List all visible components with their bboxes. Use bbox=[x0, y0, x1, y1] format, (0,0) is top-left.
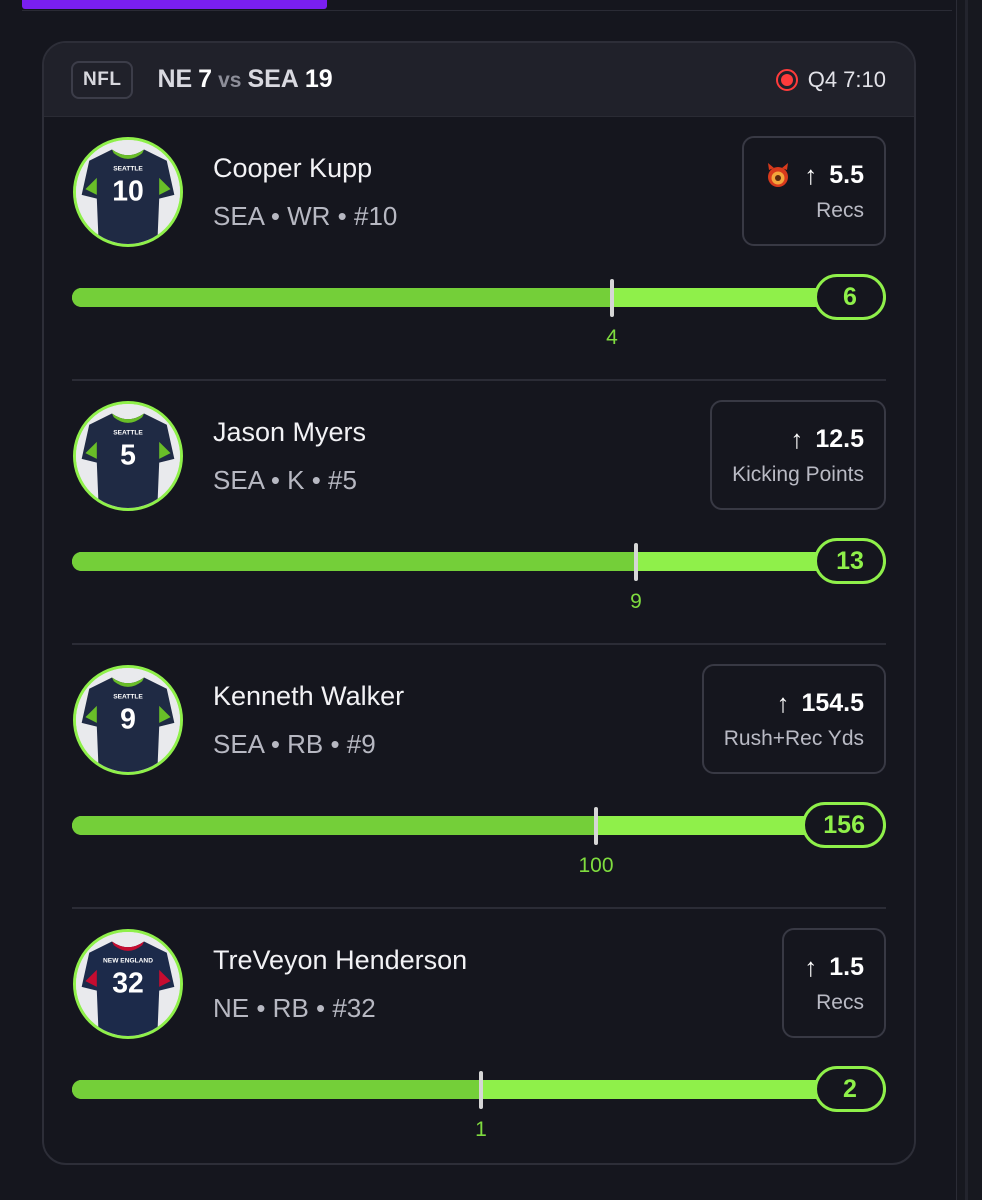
progress-bar: 1 2 bbox=[72, 1066, 886, 1141]
game-card: NFL NE 7 vs SEA 19 Q4 7:10 SEATTLE 10 Co… bbox=[42, 41, 916, 1165]
divider bbox=[22, 10, 952, 11]
prop-line: ↑ 154.5 bbox=[776, 688, 864, 719]
progress-marker bbox=[634, 543, 638, 581]
active-tab-indicator bbox=[22, 0, 327, 9]
player-name: Cooper Kupp bbox=[213, 153, 373, 183]
devil-icon bbox=[768, 163, 789, 187]
home-team: NE bbox=[157, 65, 193, 93]
vs-label: vs bbox=[218, 69, 242, 92]
progress-bar: 100 156 bbox=[72, 802, 886, 877]
game-status: Q4 7:10 bbox=[775, 66, 886, 93]
svg-text:NEW ENGLAND: NEW ENGLAND bbox=[103, 957, 153, 964]
prop-line-box[interactable]: ↑ 12.5 Kicking Points bbox=[710, 400, 886, 510]
scrollbar-thumb[interactable] bbox=[965, 0, 968, 1200]
player-row[interactable]: NEW ENGLAND 32 TreVeyon Henderson NE • R… bbox=[72, 909, 886, 1163]
progress-bar: 4 6 bbox=[72, 274, 886, 349]
player-avatar: SEATTLE 9 bbox=[73, 665, 183, 775]
progress-fill bbox=[72, 288, 612, 307]
prop-line-box[interactable]: ↑ 5.5 Recs bbox=[742, 136, 886, 246]
player-row[interactable]: SEATTLE 5 Jason Myers SEA • K • #5 ↑ 12.… bbox=[72, 381, 886, 645]
player-meta: SEA • K • #5 bbox=[213, 465, 357, 495]
progress-marker bbox=[610, 279, 614, 317]
svg-text:5: 5 bbox=[120, 440, 136, 472]
stat-type: Kicking Points bbox=[732, 462, 864, 486]
svg-text:32: 32 bbox=[112, 968, 144, 1000]
player-row[interactable]: SEATTLE 9 Kenneth Walker SEA • RB • #9 ↑… bbox=[72, 645, 886, 909]
away-score: 19 bbox=[304, 65, 333, 93]
marker-label: 9 bbox=[630, 590, 642, 613]
game-header[interactable]: NFL NE 7 vs SEA 19 Q4 7:10 bbox=[44, 43, 914, 117]
scrollbar-track[interactable] bbox=[956, 0, 982, 1200]
player-meta: SEA • RB • #9 bbox=[213, 729, 376, 759]
stat-type: Recs bbox=[816, 198, 864, 222]
prop-line: ↑ 12.5 bbox=[790, 424, 864, 455]
jersey-icon: SEATTLE 10 bbox=[76, 140, 180, 244]
league-badge: NFL bbox=[71, 60, 134, 99]
arrow-up-icon: ↑ bbox=[804, 159, 818, 190]
matchup: NE 7 vs SEA 19 bbox=[157, 65, 332, 94]
current-value-pill: 13 bbox=[814, 538, 886, 584]
player-avatar: SEATTLE 5 bbox=[73, 401, 183, 511]
progress-fill bbox=[72, 1080, 481, 1099]
marker-label: 100 bbox=[578, 854, 614, 877]
player-meta: NE • RB • #32 bbox=[213, 993, 376, 1023]
line-value: 12.5 bbox=[815, 424, 864, 453]
marker-label: 4 bbox=[606, 326, 618, 349]
stat-type: Rush+Rec Yds bbox=[723, 726, 864, 750]
progress-marker bbox=[479, 1071, 483, 1109]
player-name: Jason Myers bbox=[213, 417, 367, 447]
marker-label: 1 bbox=[475, 1118, 487, 1141]
current-value-pill: 6 bbox=[814, 274, 886, 320]
jersey-icon: NEW ENGLAND 32 bbox=[76, 932, 180, 1036]
progress-fill bbox=[72, 552, 636, 571]
player-meta: SEA • WR • #10 bbox=[213, 201, 398, 231]
arrow-up-icon: ↑ bbox=[776, 687, 790, 718]
prop-line-box[interactable]: ↑ 154.5 Rush+Rec Yds bbox=[701, 664, 886, 774]
svg-text:SEATTLE: SEATTLE bbox=[113, 693, 143, 700]
player-row[interactable]: SEATTLE 10 Cooper Kupp SEA • WR • #10 ↑ … bbox=[72, 117, 886, 381]
prop-line: ↑ 1.5 bbox=[804, 952, 864, 983]
stat-type: Recs bbox=[816, 990, 864, 1014]
prop-line-box[interactable]: ↑ 1.5 Recs bbox=[782, 928, 886, 1038]
jersey-icon: SEATTLE 5 bbox=[76, 404, 180, 508]
arrow-up-icon: ↑ bbox=[804, 951, 818, 982]
live-icon bbox=[775, 68, 798, 91]
away-team: SEA bbox=[247, 65, 299, 93]
player-avatar: NEW ENGLAND 32 bbox=[73, 929, 183, 1039]
player-name: TreVeyon Henderson bbox=[213, 945, 468, 975]
home-score: 7 bbox=[198, 65, 213, 93]
svg-text:SEATTLE: SEATTLE bbox=[113, 429, 143, 436]
svg-text:9: 9 bbox=[120, 704, 136, 736]
line-value: 154.5 bbox=[801, 688, 864, 717]
player-avatar: SEATTLE 10 bbox=[73, 137, 183, 247]
progress-fill bbox=[72, 816, 596, 835]
current-value-pill: 156 bbox=[802, 802, 886, 848]
arrow-up-icon: ↑ bbox=[790, 423, 804, 454]
line-value: 1.5 bbox=[829, 952, 864, 981]
progress-bar: 9 13 bbox=[72, 538, 886, 613]
line-value: 5.5 bbox=[829, 160, 864, 189]
prop-line: ↑ 5.5 bbox=[764, 160, 864, 191]
svg-text:10: 10 bbox=[112, 176, 144, 208]
jersey-icon: SEATTLE 9 bbox=[76, 668, 180, 772]
current-value-pill: 2 bbox=[814, 1066, 886, 1112]
player-name: Kenneth Walker bbox=[213, 681, 405, 711]
svg-text:SEATTLE: SEATTLE bbox=[113, 165, 143, 172]
progress-marker bbox=[594, 807, 598, 845]
game-clock: Q4 7:10 bbox=[807, 66, 886, 92]
